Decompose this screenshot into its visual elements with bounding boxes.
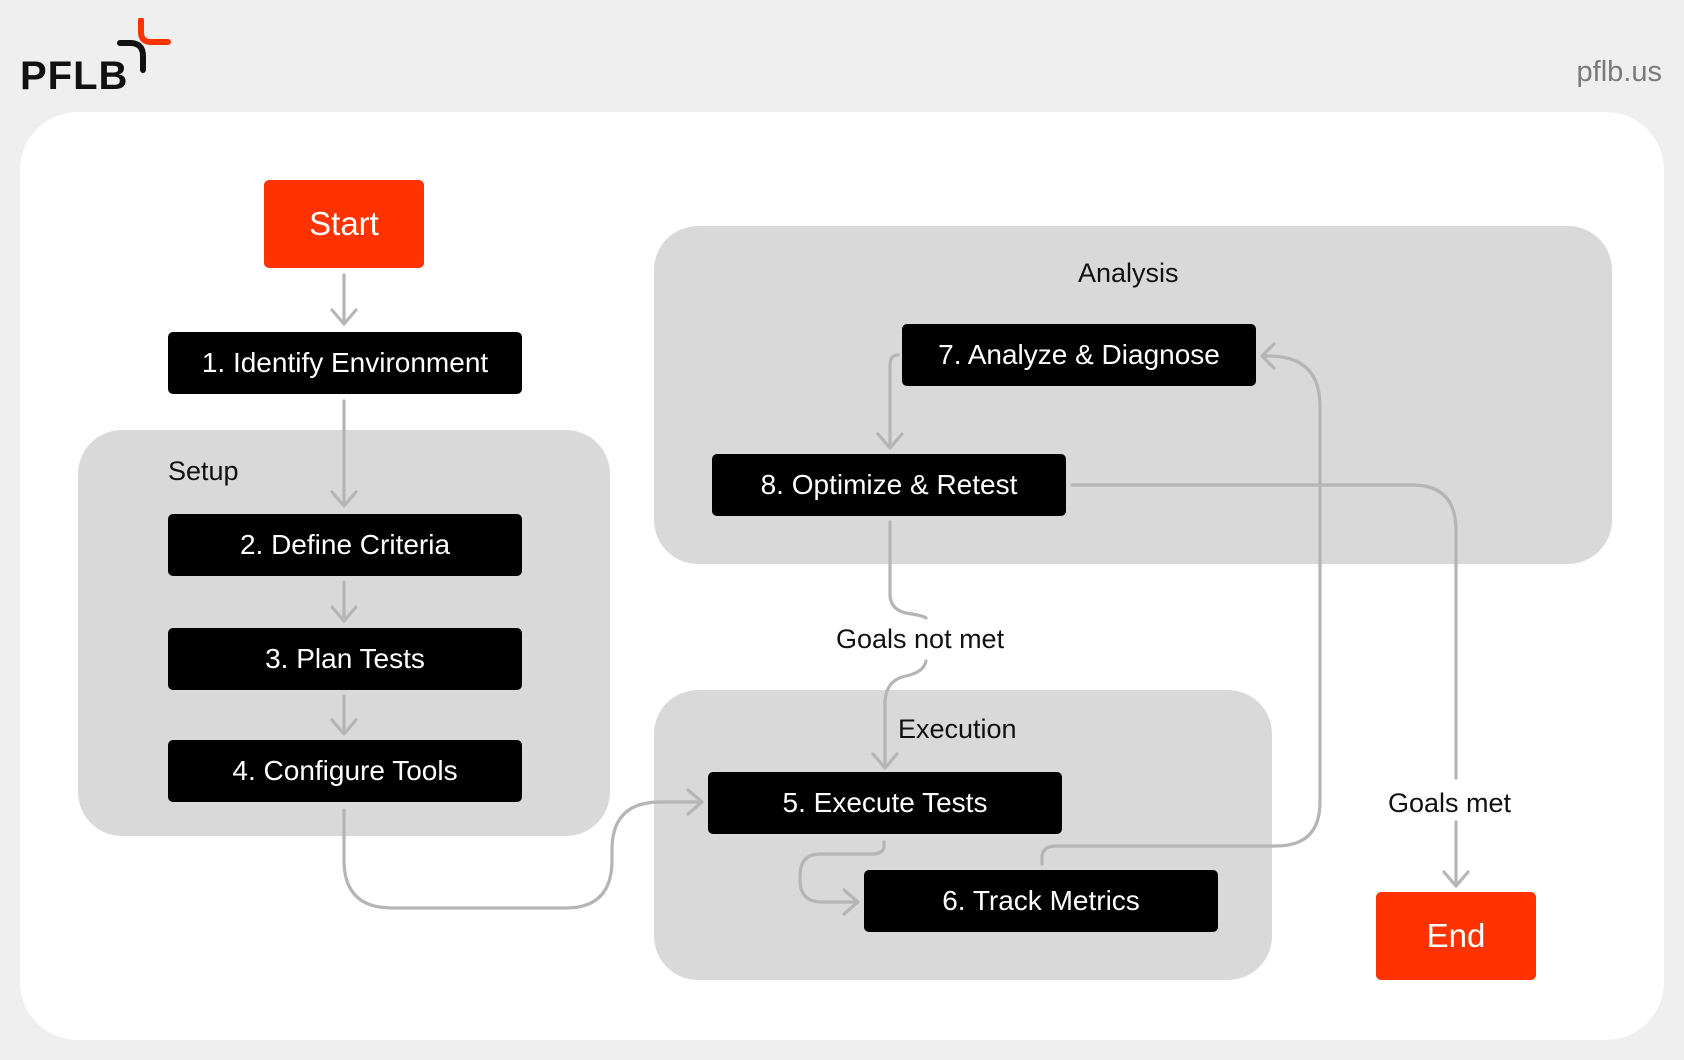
step-plan-tests[interactable]: 3. Plan Tests	[168, 628, 522, 690]
step-identify-environment[interactable]: 1. Identify Environment	[168, 332, 522, 394]
site-url[interactable]: pflb.us	[1577, 56, 1662, 89]
group-analysis-label: Analysis	[1078, 258, 1179, 288]
step-execute-tests[interactable]: 5. Execute Tests	[708, 772, 1062, 834]
step-optimize-retest[interactable]: 8. Optimize & Retest	[712, 454, 1066, 516]
group-execution-label: Execution	[898, 714, 1017, 744]
step-configure-tools[interactable]: 4. Configure Tools	[168, 740, 522, 802]
step-analyze-diagnose[interactable]: 7. Analyze & Diagnose	[902, 324, 1256, 386]
pflb-logo: PFLB	[18, 18, 178, 98]
logo-text: PFLB	[20, 54, 129, 98]
step-track-metrics[interactable]: 6. Track Metrics	[864, 870, 1218, 932]
edge-label-goals-met: Goals met	[1388, 788, 1512, 818]
step-define-criteria[interactable]: 2. Define Criteria	[168, 514, 522, 576]
start-node[interactable]: Start	[264, 180, 424, 268]
edge-label-goals-not-met: Goals not met	[836, 624, 1005, 654]
end-node[interactable]: End	[1376, 892, 1536, 980]
group-setup-label: Setup	[168, 456, 239, 486]
